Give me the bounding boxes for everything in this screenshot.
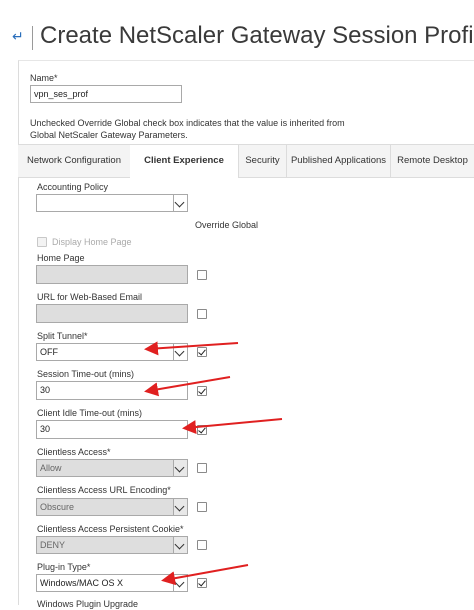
name-input[interactable]: vpn_ses_prof — [30, 85, 182, 103]
home-page-label: Home Page — [37, 253, 85, 263]
session-timeout-label: Session Time-out (mins) — [37, 369, 135, 379]
session-timeout-override-checkbox[interactable] — [197, 386, 207, 396]
tab-client-experience[interactable]: Client Experience — [130, 145, 238, 178]
plugin-type-override-checkbox[interactable] — [197, 578, 207, 588]
client-idle-timeout-input[interactable]: 30 — [36, 420, 188, 439]
plugin-type-value: Windows/MAC OS X — [40, 578, 124, 588]
split-tunnel-value: OFF — [40, 347, 58, 357]
display-home-page-checkbox[interactable] — [37, 237, 47, 247]
url-email-override-checkbox[interactable] — [197, 309, 207, 319]
split-tunnel-select[interactable]: OFF — [36, 343, 188, 361]
url-email-label: URL for Web-Based Email — [37, 292, 143, 302]
split-tunnel-override-checkbox[interactable] — [197, 347, 207, 357]
plugin-type-select[interactable]: Windows/MAC OS X — [36, 574, 188, 592]
chevron-down-icon — [173, 460, 187, 476]
url-email-input[interactable] — [36, 304, 188, 323]
chevron-down-icon — [173, 195, 187, 211]
back-arrow-icon[interactable]: ↵ — [12, 29, 26, 43]
clientless-cookie-override-checkbox[interactable] — [197, 540, 207, 550]
override-note: Unchecked Override Global check box indi… — [30, 118, 345, 140]
tab-published-applications[interactable]: Published Applications — [287, 145, 390, 177]
clientless-url-encoding-select[interactable]: Obscure — [36, 498, 188, 516]
chevron-down-icon — [173, 575, 187, 591]
tab-remote-desktop[interactable]: Remote Desktop — [391, 145, 474, 177]
display-home-page-label: Display Home Page — [52, 237, 132, 247]
split-tunnel-label: Split Tunnel* — [37, 331, 88, 341]
client-idle-override-checkbox[interactable] — [197, 425, 207, 435]
windows-plugin-upgrade-label: Windows Plugin Upgrade — [37, 599, 139, 609]
tab-network-configuration[interactable]: Network Configuration — [18, 145, 130, 177]
page-title: Create NetScaler Gateway Session Profile — [40, 22, 474, 49]
override-global-label: Override Global — [195, 220, 259, 230]
home-page-override-checkbox[interactable] — [197, 270, 207, 280]
home-page-input[interactable] — [36, 265, 188, 284]
clientless-url-encoding-label: Clientless Access URL Encoding* — [37, 485, 171, 495]
tab-security[interactable]: Security — [239, 145, 286, 177]
accounting-policy-label: Accounting Policy — [37, 182, 109, 192]
client-idle-timeout-label: Client Idle Time-out (mins) — [37, 408, 143, 418]
accounting-policy-select[interactable] — [36, 194, 188, 212]
chevron-down-icon — [173, 499, 187, 515]
session-timeout-input[interactable]: 30 — [36, 381, 188, 400]
plugin-type-label: Plug-in Type* — [37, 562, 91, 572]
clientless-cookie-value: DENY — [40, 540, 66, 550]
clientless-cookie-label: Clientless Access Persistent Cookie* — [37, 524, 184, 534]
tab-bar: Network Configuration Client Experience … — [18, 144, 474, 178]
name-label: Name* — [30, 73, 58, 83]
clientless-url-encoding-value: Obscure — [40, 502, 75, 512]
header-divider — [32, 26, 33, 50]
clientless-url-override-checkbox[interactable] — [197, 502, 207, 512]
clientless-access-override-checkbox[interactable] — [197, 463, 207, 473]
chevron-down-icon — [173, 344, 187, 360]
clientless-cookie-select[interactable]: DENY — [36, 536, 188, 554]
chevron-down-icon — [173, 537, 187, 553]
clientless-access-value: Allow — [40, 463, 62, 473]
page-header: ↵ Create NetScaler Gateway Session Profi… — [0, 0, 474, 66]
clientless-access-select[interactable]: Allow — [36, 459, 188, 477]
clientless-access-label: Clientless Access* — [37, 447, 111, 457]
